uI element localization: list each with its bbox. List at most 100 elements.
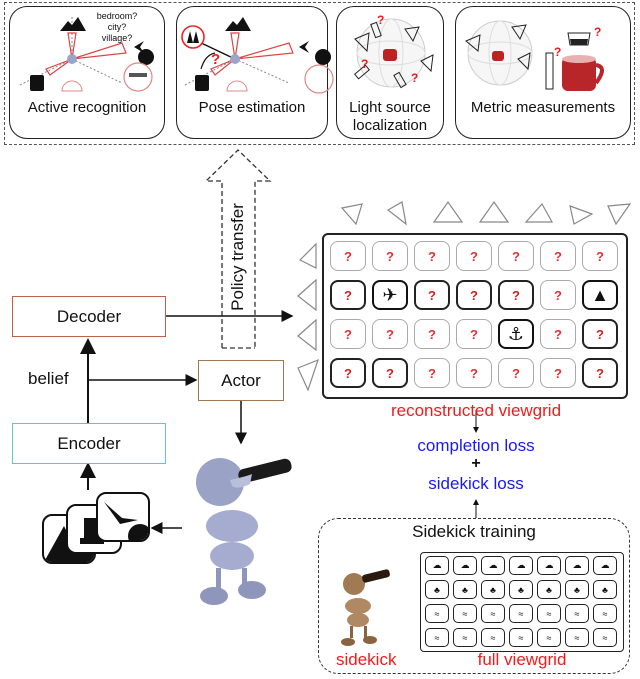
decoder-box: Decoder: [12, 296, 166, 337]
ship-icon: ⚓: [507, 323, 525, 344]
viewgrid-cell: ▲: [582, 280, 618, 310]
unknown-view-question-mark: ?: [596, 248, 604, 264]
viewgrid-cell: ?: [540, 280, 576, 310]
full-viewgrid-cell: ≈: [509, 628, 533, 647]
sidekick-label: sidekick: [336, 650, 397, 669]
water-icon: ≈: [490, 632, 496, 643]
full-viewgrid-cell: ☁: [425, 556, 449, 575]
viewgrid-cell: ?: [456, 319, 492, 349]
water-icon: ≈: [546, 632, 552, 643]
viewgrid-cell: ?: [498, 358, 534, 388]
water-icon: ≈: [434, 632, 440, 643]
viewgrid-cell: ?: [372, 358, 408, 388]
tree-icon: ♣: [546, 584, 552, 595]
tree-icon: ♣: [574, 584, 580, 595]
water-icon: ≈: [518, 632, 524, 643]
viewgrid-cell: ?: [498, 280, 534, 310]
tree-icon: ♣: [434, 584, 440, 595]
unknown-view-question-mark: ?: [344, 365, 352, 381]
viewgrid-cell: ?: [414, 358, 450, 388]
full-viewgrid-cell: ☁: [481, 556, 505, 575]
actor-box: Actor: [198, 360, 284, 401]
full-viewgrid-cell: ≈: [593, 628, 617, 647]
viewgrid-cell: ?: [330, 241, 366, 271]
full-viewgrid: ☁ ☁ ☁ ☁ ☁ ☁ ☁ ♣ ♣ ♣ ♣ ♣ ♣ ♣ ≈ ≈ ≈ ≈ ≈ ≈ ≈ ≈ ≈ ≈ ≈ ≈ ≈ ≈: [420, 552, 624, 652]
unknown-view-question-mark: ?: [386, 248, 394, 264]
unknown-view-question-mark: ?: [344, 287, 352, 303]
full-viewgrid-cell: ♣: [481, 580, 505, 599]
full-viewgrid-cell: ≈: [425, 604, 449, 623]
view-bird: [96, 492, 150, 542]
belief-label: belief: [28, 369, 69, 388]
tree-icon: ♣: [462, 584, 468, 595]
full-viewgrid-cell: ☁: [537, 556, 561, 575]
viewgrid-cell: ?: [540, 241, 576, 271]
unknown-view-question-mark: ?: [428, 365, 436, 381]
unknown-view-question-mark: ?: [554, 287, 562, 303]
full-viewgrid-cell: ♣: [425, 580, 449, 599]
unknown-view-question-mark: ?: [428, 287, 436, 303]
full-viewgrid-cell: ≈: [425, 628, 449, 647]
full-viewgrid-cell: ☁: [453, 556, 477, 575]
viewgrid-cell: ✈: [372, 280, 408, 310]
plus-sign: +: [471, 455, 481, 472]
viewgrid-cell: ?: [330, 358, 366, 388]
reconstructed-viewgrid: ???????? ✈???? ▲???? ⚓?????????: [322, 233, 628, 399]
cloud-icon: ☁: [432, 560, 442, 570]
water-icon: ≈: [574, 632, 580, 643]
unknown-view-question-mark: ?: [428, 248, 436, 264]
water-icon: ≈: [602, 608, 608, 619]
full-viewgrid-cell: ≈: [481, 604, 505, 623]
agent-robot-image: [186, 450, 294, 608]
water-icon: ≈: [518, 608, 524, 619]
unknown-view-question-mark: ?: [470, 326, 478, 342]
viewgrid-cell: ⚓: [498, 319, 534, 349]
viewgrid-cell: ?: [582, 241, 618, 271]
full-viewgrid-cell: ♣: [453, 580, 477, 599]
full-viewgrid-cell: ≈: [481, 628, 505, 647]
unknown-view-question-mark: ?: [512, 365, 520, 381]
water-icon: ≈: [490, 608, 496, 619]
observed-views-stack: [40, 490, 152, 570]
unknown-view-question-mark: ?: [470, 248, 478, 264]
robot-with-binoculars-icon: [196, 458, 292, 605]
bird-icon: [104, 502, 138, 524]
viewgrid-cell: ?: [456, 241, 492, 271]
water-icon: ≈: [462, 608, 468, 619]
full-viewgrid-cell: ≈: [453, 604, 477, 623]
cloud-icon: ☁: [600, 560, 610, 570]
viewgrid-cell: ?: [582, 358, 618, 388]
unknown-view-question-mark: ?: [470, 365, 478, 381]
viewgrid-cell: ?: [414, 280, 450, 310]
unknown-view-question-mark: ?: [554, 326, 562, 342]
unknown-view-question-mark: ?: [470, 287, 478, 303]
full-viewgrid-cell: ≈: [593, 604, 617, 623]
viewgrid-cell: ?: [330, 319, 366, 349]
full-viewgrid-cell: ♣: [509, 580, 533, 599]
viewgrid-cell: ?: [414, 241, 450, 271]
unknown-view-question-mark: ?: [512, 287, 520, 303]
viewpoint-camera-icon: [340, 203, 363, 226]
viewgrid-cell: ?: [540, 358, 576, 388]
unknown-view-question-mark: ?: [512, 248, 520, 264]
sidekick-loss-label: sidekick loss: [428, 474, 524, 493]
viewgrid-cell: ?: [456, 358, 492, 388]
policy-transfer-label-wrap: Policy transfer: [226, 182, 250, 332]
full-viewgrid-cell: ≈: [565, 604, 589, 623]
viewgrid-cell: ?: [456, 280, 492, 310]
cloud-icon: ☁: [544, 560, 554, 570]
tree-icon: ♣: [518, 584, 524, 595]
tree-icon: ♣: [490, 584, 496, 595]
viewgrid-cell: ?: [330, 280, 366, 310]
unknown-view-question-mark: ?: [386, 365, 394, 381]
sidekick-training-title: Sidekick training: [412, 522, 536, 541]
water-icon: ≈: [434, 608, 440, 619]
cloud-icon: ☁: [516, 560, 526, 570]
unknown-view-question-mark: ?: [596, 365, 604, 381]
encoder-box: Encoder: [12, 423, 166, 464]
full-viewgrid-cell: ≈: [509, 604, 533, 623]
viewgrid-cell: ?: [372, 241, 408, 271]
unknown-view-question-mark: ?: [428, 326, 436, 342]
full-viewgrid-label: full viewgrid: [477, 650, 567, 669]
viewgrid-cell: ?: [498, 241, 534, 271]
